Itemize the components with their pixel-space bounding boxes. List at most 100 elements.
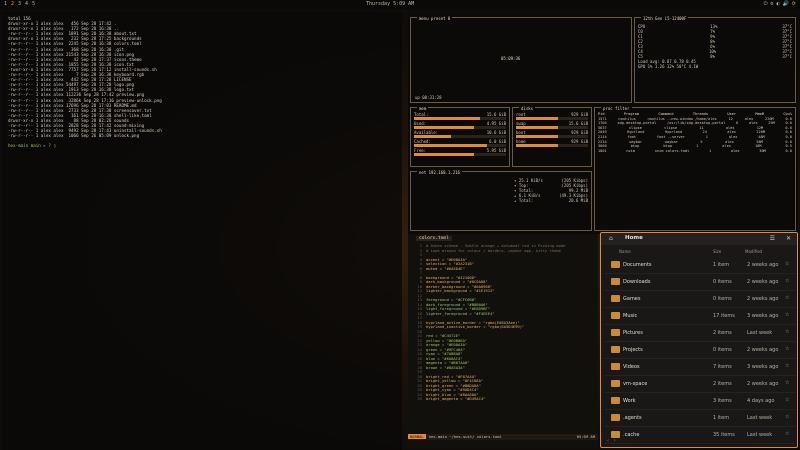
folder-icon — [611, 261, 620, 268]
shell-prompt[interactable]: hex-main main ▸ ? ▯ — [8, 143, 162, 148]
file-row[interactable]: Games 0 items 2 weeks ago ☆ — [605, 291, 795, 308]
workspace-3[interactable]: 3 — [18, 1, 21, 7]
file-manager-header: ⌂ Home ☰ ✕ — [601, 233, 797, 245]
workspace-5[interactable]: 5 — [32, 1, 35, 7]
home-icon[interactable]: ⌂ — [609, 235, 613, 242]
file-size: 7 items — [713, 364, 732, 370]
file-size: 17 items — [713, 313, 735, 319]
proc-thr: 1 — [705, 134, 708, 139]
star-icon[interactable]: ☆ — [785, 295, 789, 301]
folder-icon — [611, 312, 620, 319]
file-name: Pictures — [623, 330, 643, 336]
file-size: 1 item — [713, 262, 730, 268]
folder-icon — [611, 295, 620, 302]
file-row[interactable]: vm-space 2 items 2 weeks ago ☆ — [605, 376, 795, 393]
star-icon[interactable]: ☆ — [785, 346, 789, 352]
col-name[interactable]: Name — [619, 249, 631, 254]
file-name: .agents — [623, 415, 642, 421]
clock[interactable]: Thursday 5:09 AM — [366, 0, 414, 9]
file-modified: 2 weeks ago — [747, 279, 779, 285]
file-modified: 2 weeks ago — [747, 381, 779, 387]
star-icon[interactable]: ☆ — [785, 312, 789, 318]
proc-thr: 6 — [736, 121, 739, 126]
net-value: 20.6 MiB — [568, 198, 588, 203]
proc-user: alex — [730, 148, 740, 153]
star-icon[interactable]: ☆ — [785, 380, 789, 386]
proc-cmd: nvim colors.toml — [654, 148, 690, 153]
system-tray[interactable]: ⏻ ⚙ ◐ 🔊 ⟳ — [764, 0, 796, 9]
mem-row-meter-fill — [414, 117, 481, 120]
folder-icon — [611, 329, 620, 336]
code-line: 2 # Look around for colour / borders, way… — [412, 248, 565, 254]
proc-title: proc filter — [601, 106, 632, 111]
file-name: Videos — [623, 364, 640, 370]
nav-arrows[interactable]: ‹ › — [607, 438, 616, 444]
disk-row-meter — [516, 135, 588, 138]
disk-row-meter-fill — [516, 144, 558, 147]
proc-user: alex — [722, 144, 731, 149]
file-row[interactable]: Documents 1 item 2 weeks ago ☆ — [605, 257, 795, 274]
workspace-2[interactable]: 2 — [11, 1, 14, 7]
line-text: bright_magenta = "#D49AC4" — [426, 396, 486, 401]
editor-tab[interactable]: colors.toml — [416, 236, 452, 241]
file-size: 0 items — [713, 279, 732, 285]
file-row[interactable]: Videos 7 items 3 weeks ago ☆ — [605, 359, 795, 376]
star-icon[interactable]: ☆ — [785, 431, 789, 437]
file-size: 1 item — [713, 415, 730, 421]
menu-icon[interactable]: ☰ — [770, 235, 775, 242]
file-row[interactable]: .cache 35 items Last week ☆ — [605, 427, 795, 444]
proc-prog: nvim — [626, 148, 636, 153]
workspace-switcher[interactable]: 12345 — [4, 0, 39, 9]
col-size[interactable]: Size — [713, 249, 721, 254]
file-name: Documents — [623, 262, 652, 268]
file-row[interactable]: Projects 0 items 2 weeks ago ☆ — [605, 342, 795, 359]
star-icon[interactable]: ☆ — [785, 329, 789, 335]
col-modified[interactable]: Modified — [745, 249, 762, 254]
disk-row-meter-fill — [516, 126, 558, 129]
file-modified: Last week — [747, 415, 773, 421]
workspace-1[interactable]: 1 — [4, 1, 7, 7]
proc-col[interactable]: MemB — [755, 112, 764, 117]
cpu-core-pct: 8% — [710, 54, 715, 59]
location-title: Home — [625, 235, 643, 241]
file-modified: Last week — [747, 330, 773, 336]
star-icon[interactable]: ☆ — [785, 261, 789, 267]
editor-code[interactable]: 1 # Ashen scheme - Subtle orange + Autumn… — [412, 243, 565, 402]
file-name: Games — [623, 296, 641, 302]
file-modified: Last week — [747, 432, 773, 438]
status-time: 05:09 AM — [576, 434, 595, 439]
mem-row-meter-fill — [414, 135, 451, 138]
file-row[interactable]: Music 17 items 3 weeks ago ☆ — [605, 308, 795, 325]
file-size: 35 items — [713, 432, 735, 438]
btop-window[interactable]: menu preset 0 05:09:36 up 00:31:28 12th … — [408, 14, 798, 234]
proc-row[interactable]: 1001 nvim nvim colors.toml 1 alex 30M 0.0 — [595, 149, 795, 154]
folder-icon — [611, 431, 620, 438]
file-row[interactable]: Work 3 items 4 days ago ☆ — [605, 393, 795, 410]
file-size: 0 items — [713, 347, 732, 353]
file-manager-window[interactable]: ⌂ Home ☰ ✕ Name Size Modified Documents 1… — [600, 232, 798, 448]
folder-icon — [611, 380, 620, 387]
star-icon[interactable]: ☆ — [785, 414, 789, 420]
file-row[interactable]: Downloads 0 items 2 weeks ago ☆ — [605, 274, 795, 291]
disk-row-meter-fill — [516, 135, 558, 138]
ls-line: -rw-r--r-- 1 alex alex 112236 Sep 28 17:… — [8, 92, 145, 98]
file-size: 2 items — [713, 330, 732, 336]
file-row[interactable]: Pictures 2 items Last week ☆ — [605, 325, 795, 342]
editor-window[interactable]: colors.toml 1 # Ashen scheme - Subtle ora… — [408, 234, 598, 448]
star-icon[interactable]: ☆ — [785, 278, 789, 284]
proc-thr: 1 — [709, 148, 712, 153]
file-name: Projects — [623, 347, 643, 353]
terminal-window-ls[interactable]: total 156 drwxr-xr-x 1 alex alex 456 Sep … — [2, 12, 402, 450]
cpu-title: 12th Gen i5-12400F — [641, 16, 689, 21]
folder-icon — [611, 346, 620, 353]
folder-icon — [611, 278, 620, 285]
workspace-4[interactable]: 4 — [25, 1, 28, 7]
close-icon[interactable]: ✕ — [786, 235, 791, 242]
btop-proc-box: proc filter Pid Program Command Threads User… — [594, 107, 796, 231]
line-text: muted = "#6A5D4E" — [426, 265, 465, 271]
star-icon[interactable]: ☆ — [785, 397, 789, 403]
file-row[interactable]: .agents 1 item Last week ☆ — [605, 410, 795, 427]
status-file: hex-main ~/hex-suit/ colors.toml — [428, 434, 502, 439]
file-name: Work — [623, 398, 636, 404]
star-icon[interactable]: ☆ — [785, 363, 789, 369]
